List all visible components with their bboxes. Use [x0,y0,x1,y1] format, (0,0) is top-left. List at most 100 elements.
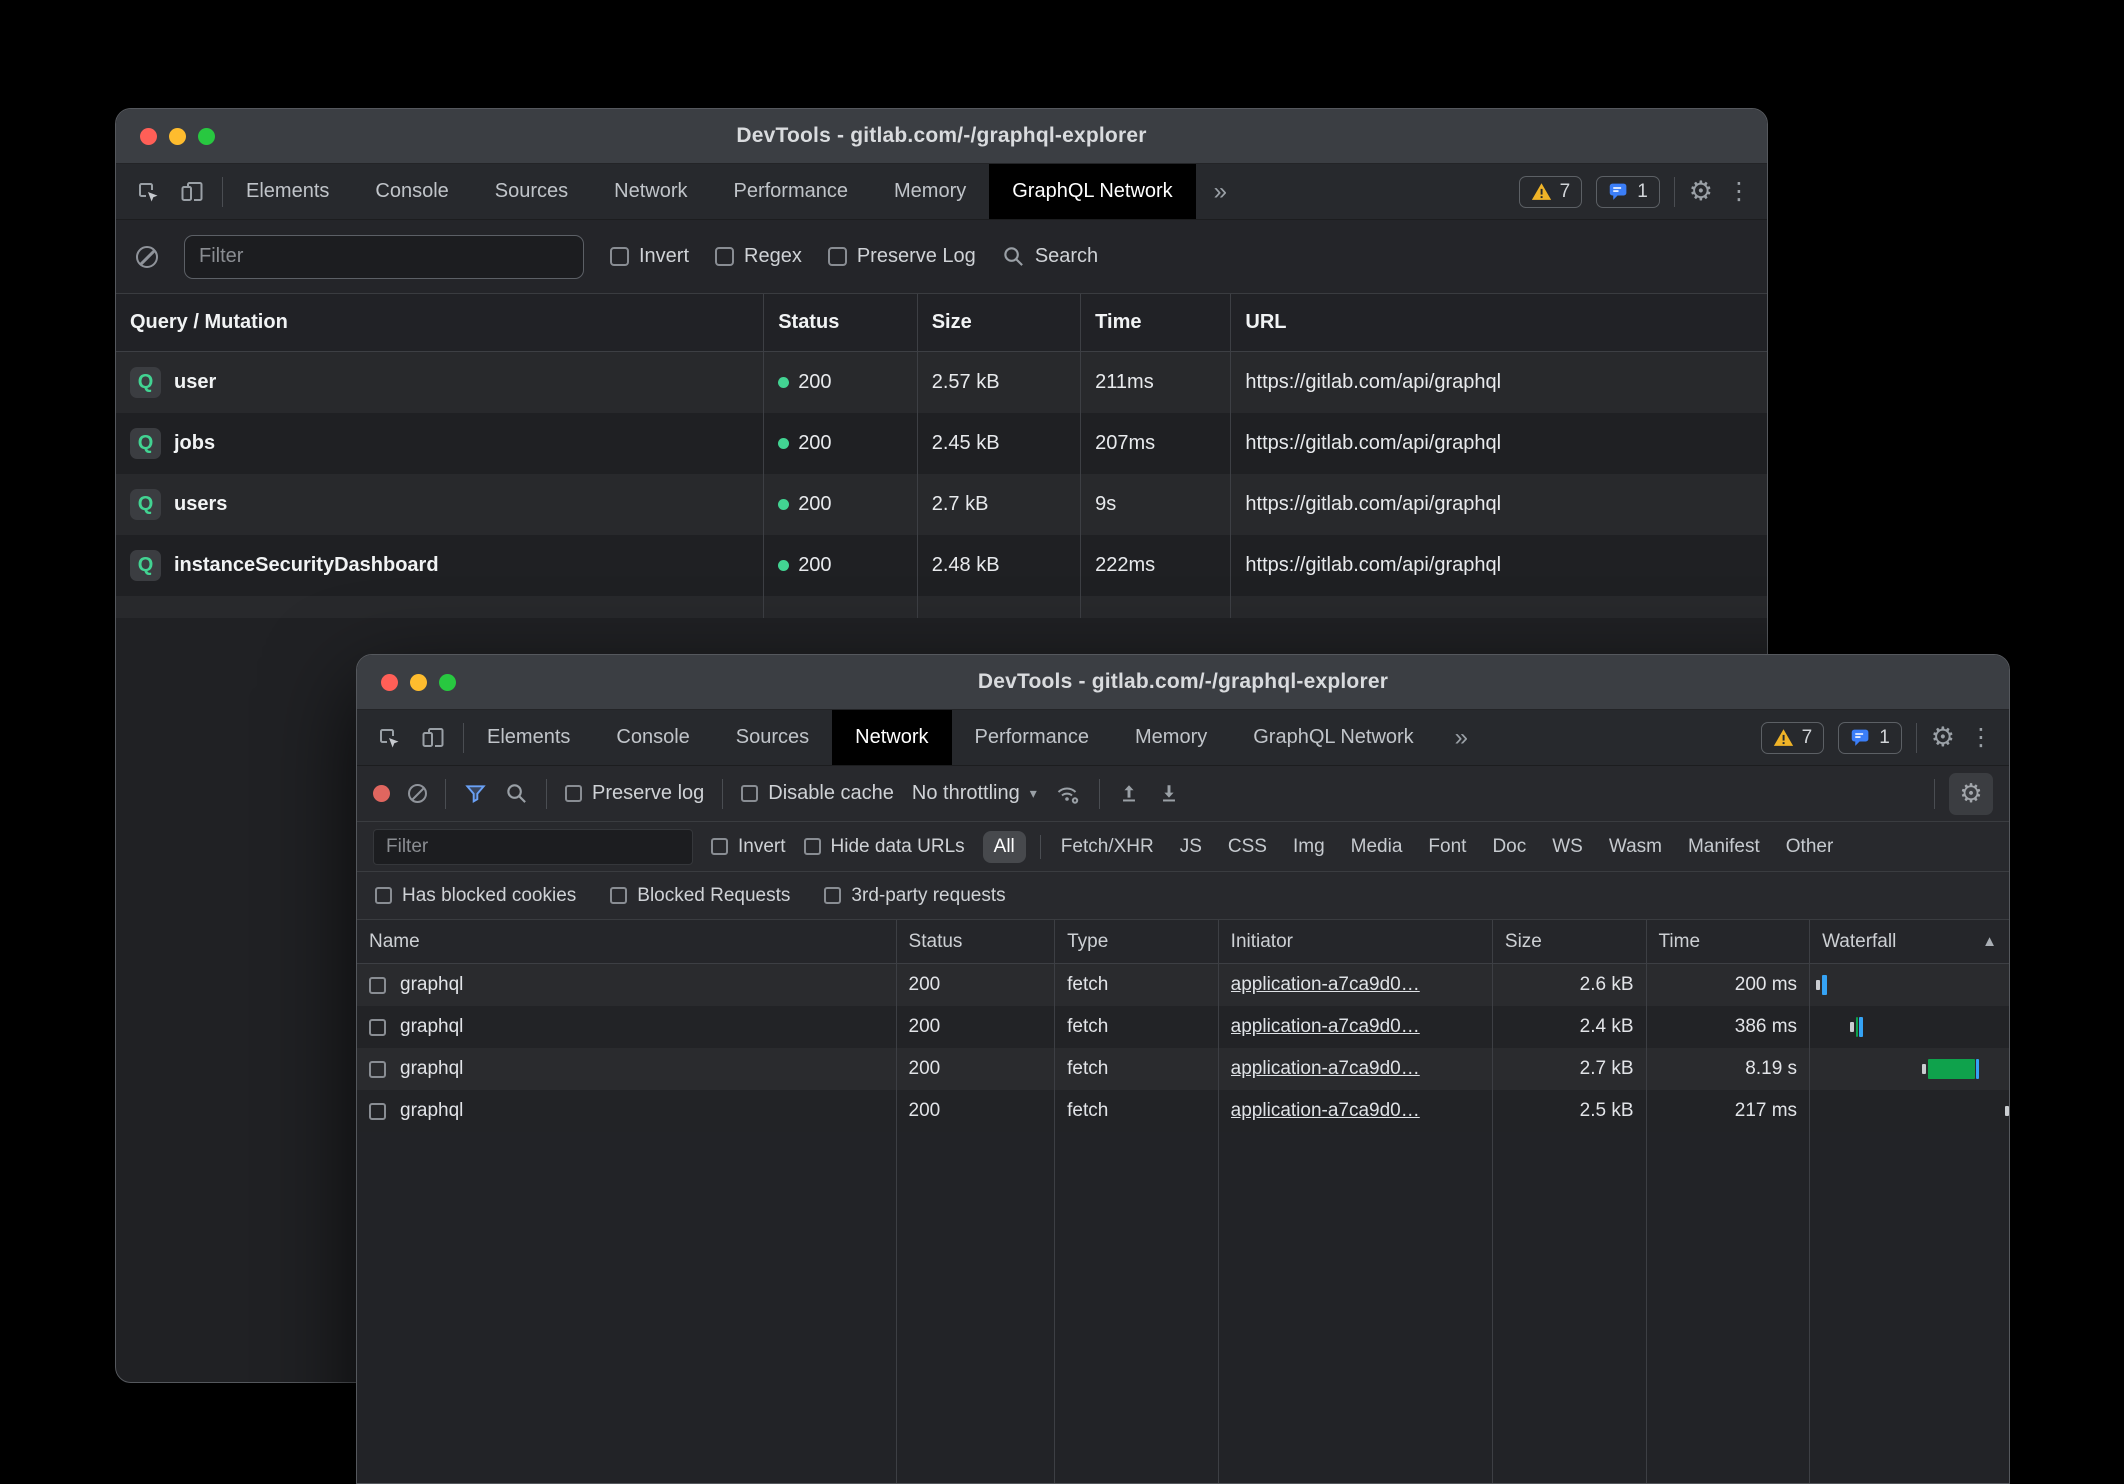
close-window-button[interactable] [140,128,157,145]
tab-performance[interactable]: Performance [711,164,872,219]
column-header-size[interactable]: Size [917,294,1080,351]
search-control[interactable]: Search [1002,245,1098,268]
chip-doc[interactable]: Doc [1486,831,1532,863]
column-header-time[interactable]: Time [1080,294,1230,351]
hide-data-urls-checkbox[interactable]: Hide data URLs [804,836,965,858]
clear-icon[interactable] [136,246,158,268]
column-header-status[interactable]: Status [763,294,917,351]
inspect-element-icon[interactable] [136,180,160,204]
row-checkbox[interactable] [369,1019,386,1036]
throttling-dropdown[interactable]: No throttling ▾ [912,782,1037,805]
chip-wasm[interactable]: Wasm [1603,831,1668,863]
chip-ws[interactable]: WS [1546,831,1589,863]
chip-img[interactable]: Img [1287,831,1331,863]
zoom-window-button[interactable] [439,674,456,691]
request-row[interactable]: graphql 200 fetch application-a7ca9d0… 2… [357,1006,2009,1048]
initiator-link[interactable]: application-a7ca9d0… [1231,1100,1420,1122]
row-checkbox[interactable] [369,977,386,994]
column-header-waterfall[interactable]: Waterfall ▲ [1809,920,2009,963]
initiator-link[interactable]: application-a7ca9d0… [1231,1058,1420,1080]
zoom-window-button[interactable] [198,128,215,145]
size-value: 2.7 kB [917,474,1080,535]
search-icon[interactable] [505,782,528,805]
minimize-window-button[interactable] [169,128,186,145]
tab-sources[interactable]: Sources [713,710,832,765]
invert-checkbox[interactable]: Invert [711,836,786,858]
export-har-icon[interactable] [1158,782,1180,805]
tab-elements[interactable]: Elements [464,710,593,765]
tab-memory[interactable]: Memory [1112,710,1230,765]
issues-badge[interactable]: 1 [1838,722,1902,754]
tab-console[interactable]: Console [352,164,471,219]
disable-cache-checkbox[interactable]: Disable cache [741,782,894,805]
request-row[interactable]: graphql 200 fetch application-a7ca9d0… 2… [357,1048,2009,1090]
settings-gear-icon[interactable]: ⚙ [1689,178,1713,205]
graphql-filter-input[interactable] [184,235,584,279]
close-window-button[interactable] [381,674,398,691]
row-checkbox[interactable] [369,1061,386,1078]
chip-all[interactable]: All [983,831,1026,863]
issues-badge[interactable]: 1 [1596,176,1660,208]
tab-performance[interactable]: Performance [952,710,1113,765]
row-checkbox[interactable] [369,1103,386,1120]
table-row[interactable]: Quser 200 2.57 kB 211ms https://gitlab.c… [116,352,1767,413]
tab-memory[interactable]: Memory [871,164,989,219]
chip-other[interactable]: Other [1780,831,1840,863]
chip-css[interactable]: CSS [1222,831,1273,863]
blocked-requests-checkbox[interactable]: Blocked Requests [610,885,790,907]
warnings-badge[interactable]: 7 [1519,176,1583,208]
request-row[interactable]: graphql 200 fetch application-a7ca9d0… 2… [357,964,2009,1006]
import-har-icon[interactable] [1118,782,1140,805]
warnings-badge[interactable]: 7 [1761,722,1825,754]
preserve-log-checkbox[interactable]: Preserve log [565,782,704,805]
table-row[interactable]: Qjobs 200 2.45 kB 207ms https://gitlab.c… [116,413,1767,474]
network-conditions-icon[interactable] [1055,782,1081,806]
column-header-size[interactable]: Size [1492,920,1646,963]
regex-checkbox[interactable]: Regex [715,245,802,268]
inspect-element-icon[interactable] [377,726,401,750]
chip-font[interactable]: Font [1422,831,1472,863]
device-toolbar-icon[interactable] [421,726,445,750]
preserve-log-checkbox[interactable]: Preserve Log [828,245,976,268]
filter-funnel-icon[interactable] [464,782,487,805]
device-toolbar-icon[interactable] [180,180,204,204]
minimize-window-button[interactable] [410,674,427,691]
chip-manifest[interactable]: Manifest [1682,831,1766,863]
invert-checkbox[interactable]: Invert [610,245,689,268]
column-header-status[interactable]: Status [896,920,1055,963]
chip-js[interactable]: JS [1174,831,1208,863]
more-tabs-icon[interactable]: » [1196,164,1245,219]
request-row[interactable]: graphql 200 fetch application-a7ca9d0… 2… [357,1090,2009,1132]
record-network-log-button[interactable] [373,785,390,802]
chip-media[interactable]: Media [1345,831,1409,863]
column-header-type[interactable]: Type [1054,920,1218,963]
column-header-name[interactable]: Name [357,920,896,963]
initiator-link[interactable]: application-a7ca9d0… [1231,1016,1420,1038]
tab-console[interactable]: Console [593,710,712,765]
tab-network[interactable]: Network [591,164,710,219]
network-settings-button[interactable]: ⚙ [1949,773,1993,815]
third-party-requests-checkbox[interactable]: 3rd-party requests [824,885,1005,907]
tab-elements[interactable]: Elements [223,164,352,219]
table-row[interactable]: QinstanceSecurityDashboard 200 2.48 kB 2… [116,535,1767,596]
tab-graphql-network[interactable]: GraphQL Network [989,164,1195,219]
column-header-query-mutation[interactable]: Query / Mutation [116,294,763,351]
column-header-url[interactable]: URL [1230,294,1767,351]
settings-gear-icon[interactable]: ⚙ [1931,724,1955,751]
column-header-time[interactable]: Time [1646,920,1810,963]
initiator-link[interactable]: application-a7ca9d0… [1231,974,1420,996]
table-row[interactable]: Qusers 200 2.7 kB 9s https://gitlab.com/… [116,474,1767,535]
tab-network[interactable]: Network [832,710,951,765]
titlebar[interactable]: DevTools - gitlab.com/-/graphql-explorer [116,109,1767,164]
network-filter-input[interactable] [373,829,693,865]
titlebar[interactable]: DevTools - gitlab.com/-/graphql-explorer [357,655,2009,710]
chip-fetch-xhr[interactable]: Fetch/XHR [1055,831,1160,863]
tab-sources[interactable]: Sources [472,164,591,219]
more-tabs-icon[interactable]: » [1437,710,1486,765]
kebab-menu-icon[interactable]: ⋮ [1727,177,1751,206]
column-header-initiator[interactable]: Initiator [1218,920,1492,963]
tab-graphql-network[interactable]: GraphQL Network [1230,710,1436,765]
clear-network-log-icon[interactable] [408,784,427,803]
has-blocked-cookies-checkbox[interactable]: Has blocked cookies [375,885,576,907]
kebab-menu-icon[interactable]: ⋮ [1969,723,1993,752]
